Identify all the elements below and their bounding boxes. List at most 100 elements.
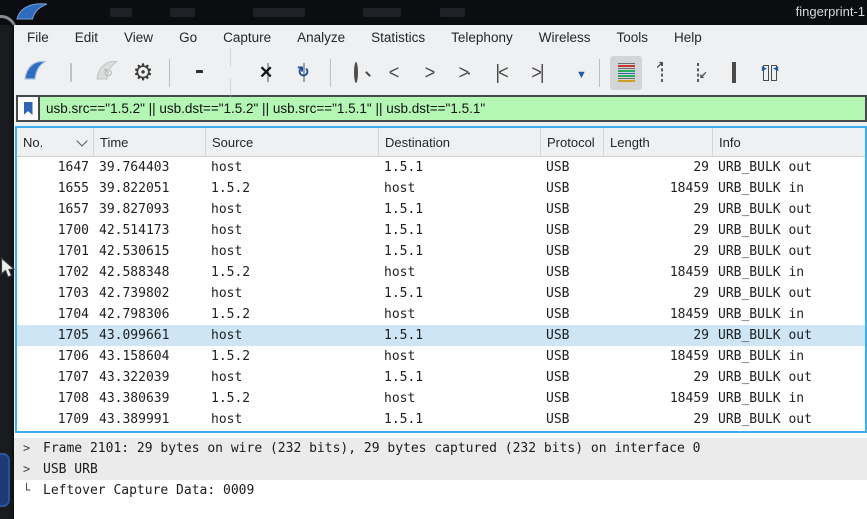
go-last-packet-button[interactable]: >| [521,56,553,90]
reload-file-button[interactable]: ↻ [288,56,320,90]
save-file-button [216,47,248,97]
find-packet-icon [353,61,358,83]
column-header-source[interactable]: Source [206,128,379,156]
menu-item-wireless[interactable]: Wireless [539,30,591,45]
detail-row-text: Frame 2101: 29 bytes on wire (232 bits),… [43,441,701,456]
expander-collapsed-icon[interactable]: > [23,438,39,459]
cell-protocol: USB [546,286,570,301]
cell-info: URB_BULK in [718,307,805,322]
packet-row[interactable]: 1708 43.380639 1.5.2 host USB 18459 URB_BULK i… [17,388,865,409]
cell-length: 29 [693,244,709,259]
menu-item-analyze[interactable]: Analyze [297,30,345,45]
cell-destination: 1.5.1 [384,328,424,343]
packet-row[interactable]: 1701 42.530615 host 1.5.1 USB 29 URB_BULK out [17,241,865,262]
titlebar-ghost-menu [253,8,305,17]
cell-length: 29 [693,286,709,301]
detail-tree-row[interactable]: > USB URB [14,459,867,480]
column-header-time[interactable]: Time [94,128,206,156]
packet-row[interactable]: 1647 39.764403 host 1.5.1 USB 29 URB_BULK out [17,157,865,178]
menu-item-view[interactable]: View [124,30,153,45]
packet-row[interactable]: 1703 42.739802 host 1.5.1 USB 29 URB_BULK out [17,283,865,304]
cell-no: 1703 [57,286,89,301]
cell-info: URB_BULK out [718,244,812,259]
wireshark-window: File Edit View Go Capture Analyze Statistics Te… [14,25,867,519]
cell-destination: host [384,265,416,280]
svg-text:↻: ↻ [103,66,113,80]
mouse-cursor [0,257,15,278]
packet-list-body: 1647 39.764403 host 1.5.1 USB 29 URB_BULK out 1… [17,157,865,430]
zoom-out-button[interactable]: ↙ [682,56,714,90]
cell-info: URB_BULK in [718,265,805,280]
cell-protocol: USB [546,202,570,217]
column-header-label: Time [100,134,129,150]
column-header-no[interactable]: No. [17,128,94,156]
display-filter-input[interactable]: usb.src=="1.5.2" || usb.dst=="1.5.2" || … [40,97,865,120]
normal-size-button[interactable] [718,56,750,90]
go-to-packet-button[interactable]: >· [449,56,481,90]
column-header-label: Source [212,134,254,150]
packet-row[interactable]: 1702 42.588348 1.5.2 host USB 18459 URB_BULK i… [17,262,865,283]
cell-protocol: USB [546,181,570,196]
open-file-button[interactable] [180,56,212,90]
menu-item-help[interactable]: Help [674,30,702,45]
filter-bookmark-button[interactable] [18,97,40,120]
resize-columns-button[interactable]: ▸ ◂ [754,56,786,90]
menu-item-tools[interactable]: Tools [616,30,648,45]
expander-collapsed-icon[interactable]: > [23,459,39,480]
cell-time: 39.764403 [99,160,170,175]
detail-tree-row[interactable]: └ Leftover Capture Data: 0009 [14,480,867,501]
menu-item-go[interactable]: Go [179,30,197,45]
capture-options-button[interactable]: ⚙ [127,56,159,90]
cell-protocol: USB [546,349,570,364]
close-file-button[interactable]: ✕ [252,56,284,90]
go-back-icon: < [388,60,399,84]
column-header-destination[interactable]: Destination [379,128,541,156]
cell-time: 43.389991 [99,412,170,427]
menu-bar: File Edit View Go Capture Analyze Statistics Te… [14,25,867,50]
packet-row[interactable]: 1707 43.322039 host 1.5.1 USB 29 URB_BULK out [17,367,865,388]
cell-info: URB_BULK in [718,181,805,196]
cell-time: 42.530615 [99,244,170,259]
packet-row[interactable]: 1706 43.158604 1.5.2 host USB 18459 URB_BULK i… [17,346,865,367]
packet-row[interactable]: 1704 42.798306 1.5.2 host USB 18459 URB_BULK i… [17,304,865,325]
menu-item-telephony[interactable]: Telephony [451,30,513,45]
wireshark-logo-icon [16,3,48,20]
cell-destination: host [384,391,416,406]
go-first-packet-button[interactable]: |< [485,56,517,90]
column-header-length[interactable]: Length [604,128,713,156]
zoom-out-icon: ↙ [697,62,707,82]
save-file-icon [230,47,234,97]
cell-info: URB_BULK out [718,328,812,343]
cell-destination: 1.5.1 [384,286,424,301]
cell-length: 18459 [669,181,709,196]
cell-length: 29 [693,370,709,385]
find-packet-button[interactable] [341,56,373,90]
packet-row[interactable]: 1655 39.822051 1.5.2 host USB 18459 URB_BULK i… [17,178,865,199]
menu-item-file[interactable]: File [27,30,49,45]
start-capture-button[interactable] [19,56,51,90]
packet-row-selected[interactable]: 1705 43.099661 host 1.5.1 USB 29 URB_BULK out [17,325,865,346]
detail-tree-row[interactable]: > Frame 2101: 29 bytes on wire (232 bits)… [14,438,867,459]
toolbar-separator [169,58,170,87]
colorize-packets-button[interactable] [610,55,642,90]
go-forward-button[interactable]: > [413,56,445,90]
cell-time: 42.588348 [99,265,170,280]
column-header-label: Info [719,134,741,150]
column-header-protocol[interactable]: Protocol [541,128,604,156]
menu-item-edit[interactable]: Edit [75,30,98,45]
cell-info: URB_BULK out [718,370,812,385]
menu-item-capture[interactable]: Capture [223,30,271,45]
resize-columns-icon: ▸ ◂ [761,63,779,81]
packet-row[interactable]: 1657 39.827093 host 1.5.1 USB 29 URB_BULK out [17,199,865,220]
packet-row[interactable]: 1700 42.514173 host 1.5.1 USB 29 URB_BULK out [17,220,865,241]
cell-destination: 1.5.1 [384,370,424,385]
go-back-button[interactable]: < [377,56,409,90]
cell-length: 29 [693,202,709,217]
column-header-info[interactable]: Info [713,128,865,156]
cell-protocol: USB [546,328,570,343]
auto-scroll-button[interactable]: ▼ [557,56,589,90]
menu-item-statistics[interactable]: Statistics [371,30,425,45]
packet-row[interactable]: 1709 43.389991 host 1.5.1 USB 29 URB_BULK out [17,409,865,430]
go-first-packet-icon: |< [495,60,508,84]
zoom-in-button[interactable]: ↗ [646,56,678,90]
